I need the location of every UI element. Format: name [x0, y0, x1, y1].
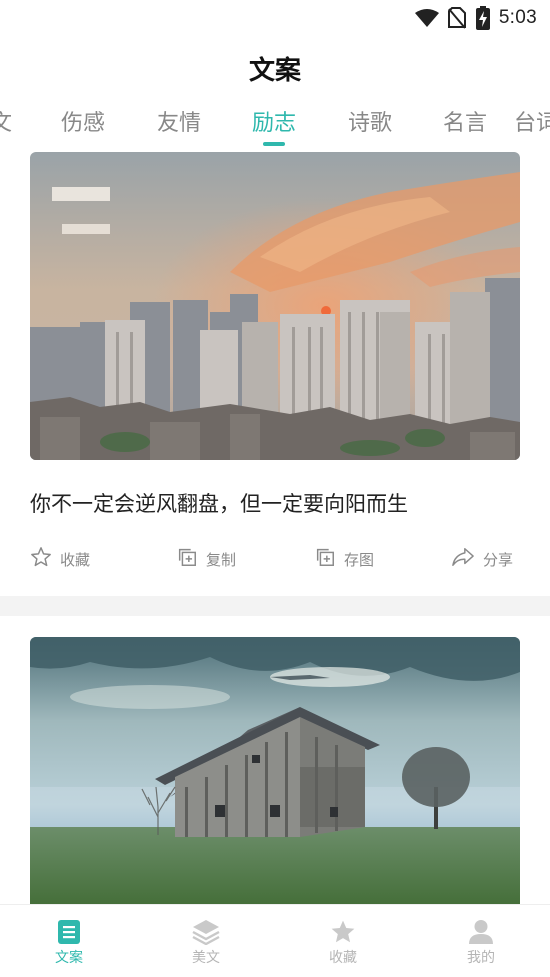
status-bar: 5:03: [0, 0, 550, 36]
no-sim-icon: [447, 7, 466, 29]
favorite-button[interactable]: 收藏: [30, 544, 90, 574]
copy-label: 复制: [206, 550, 237, 569]
card-divider: [0, 596, 550, 616]
nav-wode[interactable]: 我的: [431, 905, 531, 977]
card-image-barn[interactable]: [30, 637, 520, 904]
nav-label: 美文: [192, 950, 220, 966]
favorite-label: 收藏: [60, 550, 91, 569]
tab-mingyan[interactable]: 名言: [443, 103, 487, 149]
nav-label: 我的: [467, 950, 495, 966]
tab-shanggan[interactable]: 伤感: [61, 103, 105, 149]
nav-label: 收藏: [329, 950, 357, 966]
document-list-icon: [19, 919, 119, 945]
app-screen: 5:03 文案 文 伤感 友情 励志 诗歌 名言 台词 你不一定会逆风翻盘，但一…: [0, 0, 550, 977]
battery-charging-icon: [475, 6, 490, 30]
status-time: 5:03: [498, 7, 537, 28]
tab-partial-wen[interactable]: 文: [0, 103, 12, 149]
save-image-button[interactable]: 存图: [314, 544, 374, 574]
nav-shoucang[interactable]: 收藏: [293, 905, 393, 977]
nav-wenan[interactable]: 文案: [19, 905, 119, 977]
star-outline-icon: [30, 546, 60, 572]
bottom-navigation: 文案 美文 收藏 我的: [0, 904, 550, 977]
nav-label: 文案: [55, 950, 83, 966]
status-icons: 5:03: [414, 5, 537, 31]
tab-youqing[interactable]: 友情: [157, 103, 201, 149]
category-tabs: 文 伤感 友情 励志 诗歌 名言 台词: [0, 103, 550, 149]
nav-meiwen[interactable]: 美文: [156, 905, 256, 977]
quote-card: 你不一定会逆风翻盘，但一定要向阳而生 收藏 复制 存图 分享: [0, 152, 550, 616]
copy-button[interactable]: 复制: [176, 544, 236, 574]
share-icon: [451, 546, 483, 572]
share-button[interactable]: 分享: [451, 544, 513, 574]
copy-icon: [176, 546, 206, 572]
quote-text: 你不一定会逆风翻盘，但一定要向阳而生: [30, 492, 408, 516]
content-feed[interactable]: 你不一定会逆风翻盘，但一定要向阳而生 收藏 复制 存图 分享: [0, 152, 550, 904]
save-image-icon: [314, 546, 344, 572]
quote-card: [0, 637, 550, 904]
active-tab-indicator: [263, 142, 285, 146]
tab-shige[interactable]: 诗歌: [348, 103, 392, 149]
person-icon: [431, 919, 531, 945]
tab-taici[interactable]: 台词: [514, 103, 550, 149]
card-image-city-skyline[interactable]: [30, 152, 520, 460]
tab-lizhi[interactable]: 励志: [252, 103, 296, 149]
star-filled-icon: [293, 919, 393, 945]
layers-icon: [156, 919, 256, 945]
save-image-label: 存图: [344, 550, 375, 569]
card-actions: 收藏 复制 存图 分享: [0, 544, 550, 574]
wifi-icon: [414, 8, 440, 28]
share-label: 分享: [483, 550, 514, 569]
page-title: 文案: [248, 56, 301, 86]
